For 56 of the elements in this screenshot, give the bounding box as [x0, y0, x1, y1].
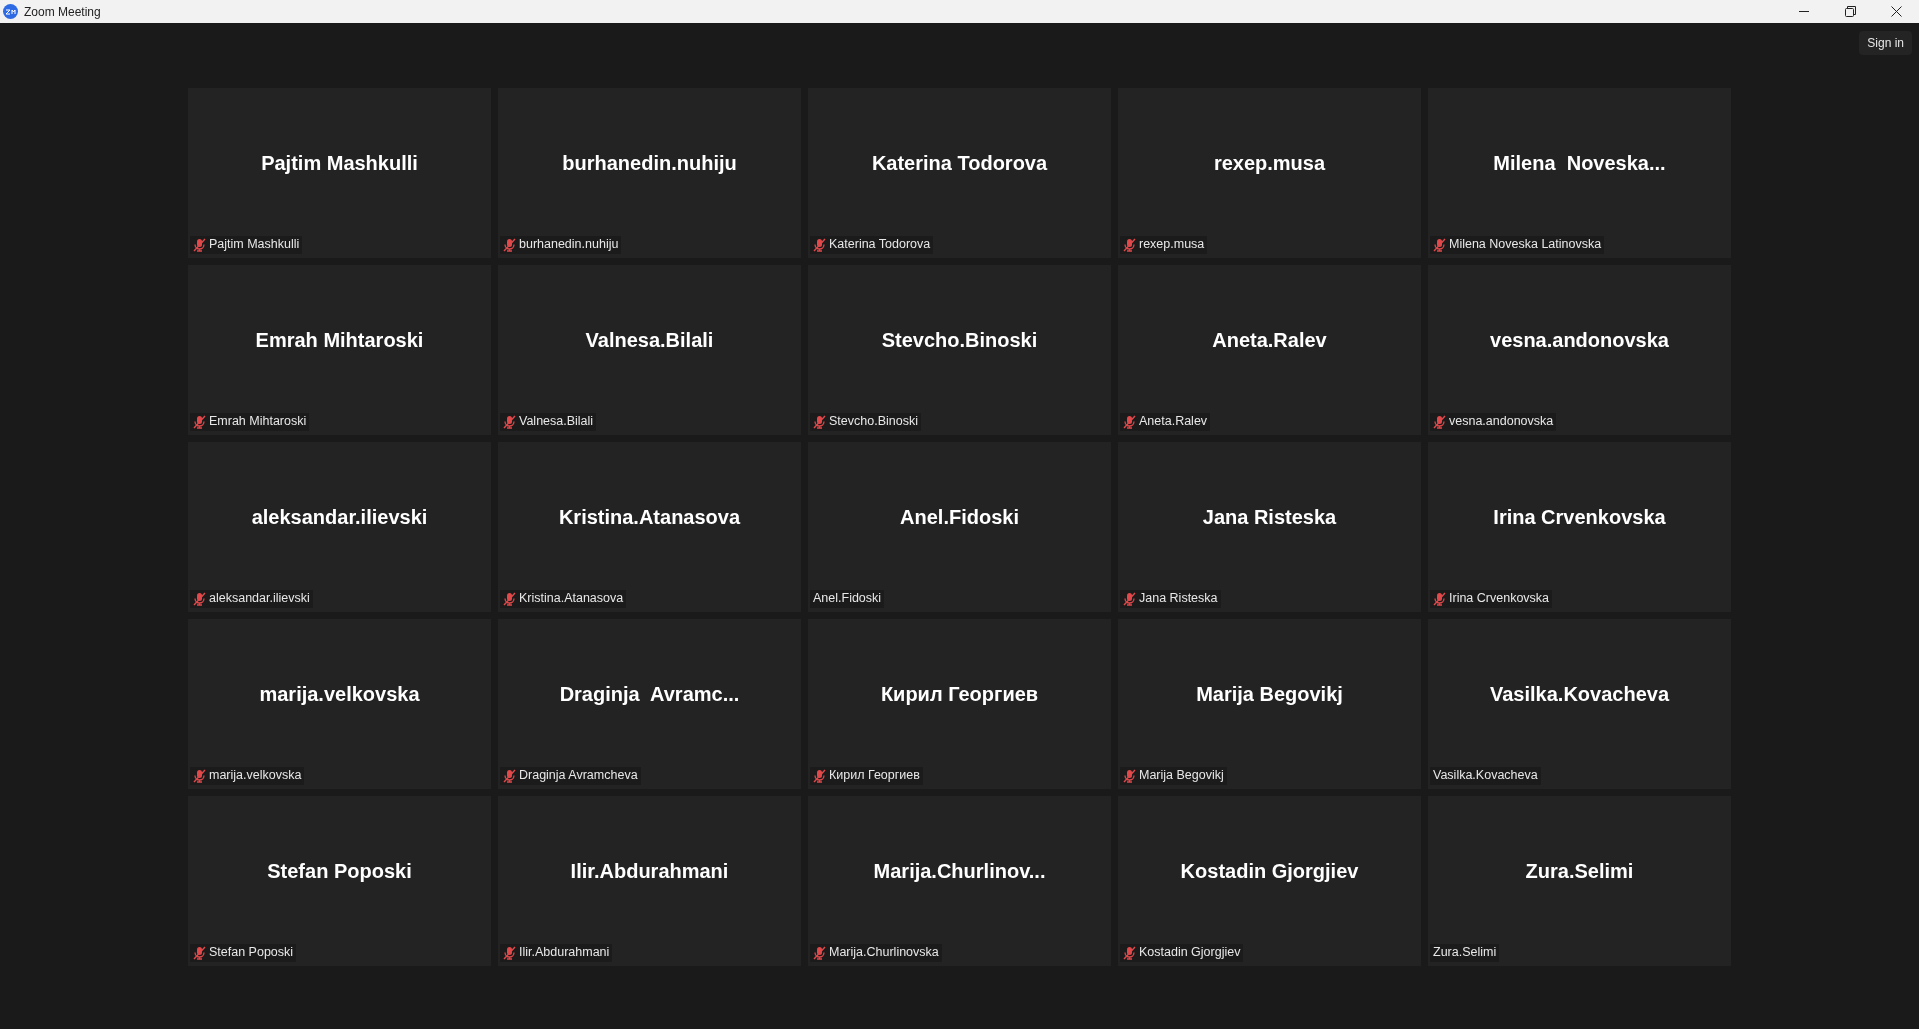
participant-display-name: Stefan Poposki [267, 858, 412, 884]
participant-name: Stevcho.Binoski [829, 413, 918, 431]
participant-display-name: Irina Crvenkovska [1493, 504, 1666, 530]
participant-display-name: Kostadin Gjorgjiev [1180, 858, 1359, 884]
participant-name: Vasilka.Kovacheva [1433, 767, 1538, 785]
sign-in-button[interactable]: Sign in [1859, 31, 1912, 55]
participant-name: Irina Crvenkovska [1449, 590, 1550, 608]
minimize-icon [1799, 11, 1809, 12]
participant-display-name: Milena Noveska... [1493, 150, 1666, 176]
participant-name: Emrah Mihtaroski [209, 413, 307, 431]
participant-name: Marija.Churlinovska [829, 944, 939, 962]
participant-display-name: marija.velkovska [259, 681, 420, 707]
participant-name: Aneta.Ralev [1139, 413, 1208, 431]
participant-name: Jana Risteska [1139, 590, 1218, 608]
participant-display-name: Кирил Георгиев [880, 681, 1039, 707]
participant-display-name: Draginja Avramc... [559, 681, 740, 707]
participant-display-name: Emrah Mihtaroski [255, 327, 424, 353]
participant-display-name: Aneta.Ralev [1212, 327, 1327, 353]
participant-name: rexep.musa [1139, 236, 1205, 254]
restore-icon [1844, 6, 1856, 17]
participant-display-name: Anel.Fidoski [900, 504, 1019, 530]
participant-display-name: Vasilka.Kovacheva [1490, 681, 1669, 707]
participant-name: marija.velkovska [209, 767, 302, 785]
app-logo-icon [3, 4, 18, 19]
participant-display-name: Valnesa.Bilali [585, 327, 714, 353]
participant-display-name: Pajtim Mashkulli [261, 150, 418, 176]
participant-name: Draginja Avramcheva [519, 767, 638, 785]
participant-name: Anel.Fidoski [813, 590, 882, 608]
participant-display-name: Jana Risteska [1202, 504, 1337, 530]
participant-display-name: Ilir.Abdurahmani [570, 858, 729, 884]
window-title: Zoom Meeting [24, 3, 101, 21]
participant-name: Kristina.Atanasova [519, 590, 624, 608]
participant-name: Кирил Георгиев [829, 767, 920, 785]
participant-name: vesna.andonovska [1449, 413, 1554, 431]
participant-name: Pajtim Mashkulli [209, 236, 300, 254]
participant-name: Katerina Todorova [829, 236, 931, 254]
participant-name: Milena Noveska Latinovska [1449, 236, 1602, 254]
participant-display-name: aleksandar.ilievski [251, 504, 428, 530]
participant-name: aleksandar.ilievski [209, 590, 310, 608]
participant-display-name: Zura.Selimi [1525, 858, 1634, 884]
participant-display-name: rexep.musa [1213, 150, 1326, 176]
participant-display-name: burhanedin.nuhiju [562, 150, 737, 176]
participant-name: Zura.Selimi [1433, 944, 1497, 962]
participant-display-name: Marija Begovikj [1196, 681, 1343, 707]
participant-name: Marija Begovikj [1139, 767, 1224, 785]
participant-name: Valnesa.Bilali [519, 413, 594, 431]
participant-name: Kostadin Gjorgjiev [1139, 944, 1241, 962]
participant-display-name: Stevcho.Binoski [881, 327, 1038, 353]
participant-name: Ilir.Abdurahmani [519, 944, 610, 962]
participant-name: Stefan Poposki [209, 944, 294, 962]
participant-name: burhanedin.nuhiju [519, 236, 619, 254]
participant-display-name: vesna.andonovska [1490, 327, 1669, 353]
close-icon [1890, 6, 1902, 17]
participant-display-name: Marija.Churlinov... [873, 858, 1046, 884]
participant-display-name: Katerina Todorova [871, 150, 1048, 176]
participant-display-name: Kristina.Atanasova [558, 504, 741, 530]
